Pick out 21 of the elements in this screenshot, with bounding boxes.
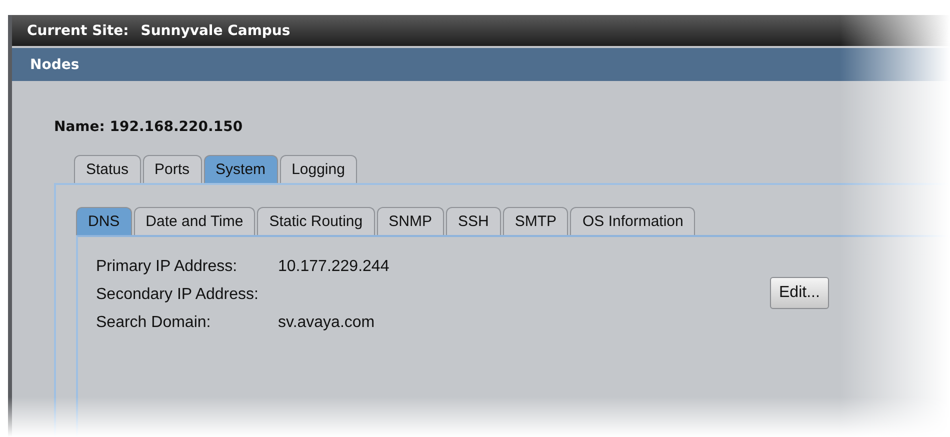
site-label: Current Site: [27, 22, 129, 38]
section-title: Nodes [30, 56, 80, 72]
tab[interactable]: Logging [280, 155, 357, 183]
tab[interactable]: Ports [142, 155, 202, 183]
tab[interactable]: Static Routing [257, 207, 375, 235]
node-name: Name: 192.168.220.150 [54, 119, 244, 135]
tab[interactable]: System [204, 155, 278, 183]
tab[interactable]: Date and Time [134, 207, 256, 235]
field-value: sv.avaya.com [278, 313, 376, 332]
tab[interactable]: SNMP [376, 207, 444, 235]
tab[interactable]: Status [74, 155, 141, 183]
edit-button[interactable]: Edit... [770, 277, 829, 309]
tab[interactable]: SMTP [502, 207, 568, 235]
tab[interactable]: DNS [76, 207, 132, 235]
tab[interactable]: OS Information [570, 207, 696, 235]
site-name: Sunnyvale Campus [140, 22, 290, 38]
field-label: Primary IP Address: [96, 257, 238, 276]
field-value: 10.177.229.244 [278, 257, 390, 276]
field-label: Secondary IP Address: [96, 285, 260, 304]
tab[interactable]: SSH [446, 207, 501, 235]
field-label: Search Domain: [96, 313, 212, 332]
